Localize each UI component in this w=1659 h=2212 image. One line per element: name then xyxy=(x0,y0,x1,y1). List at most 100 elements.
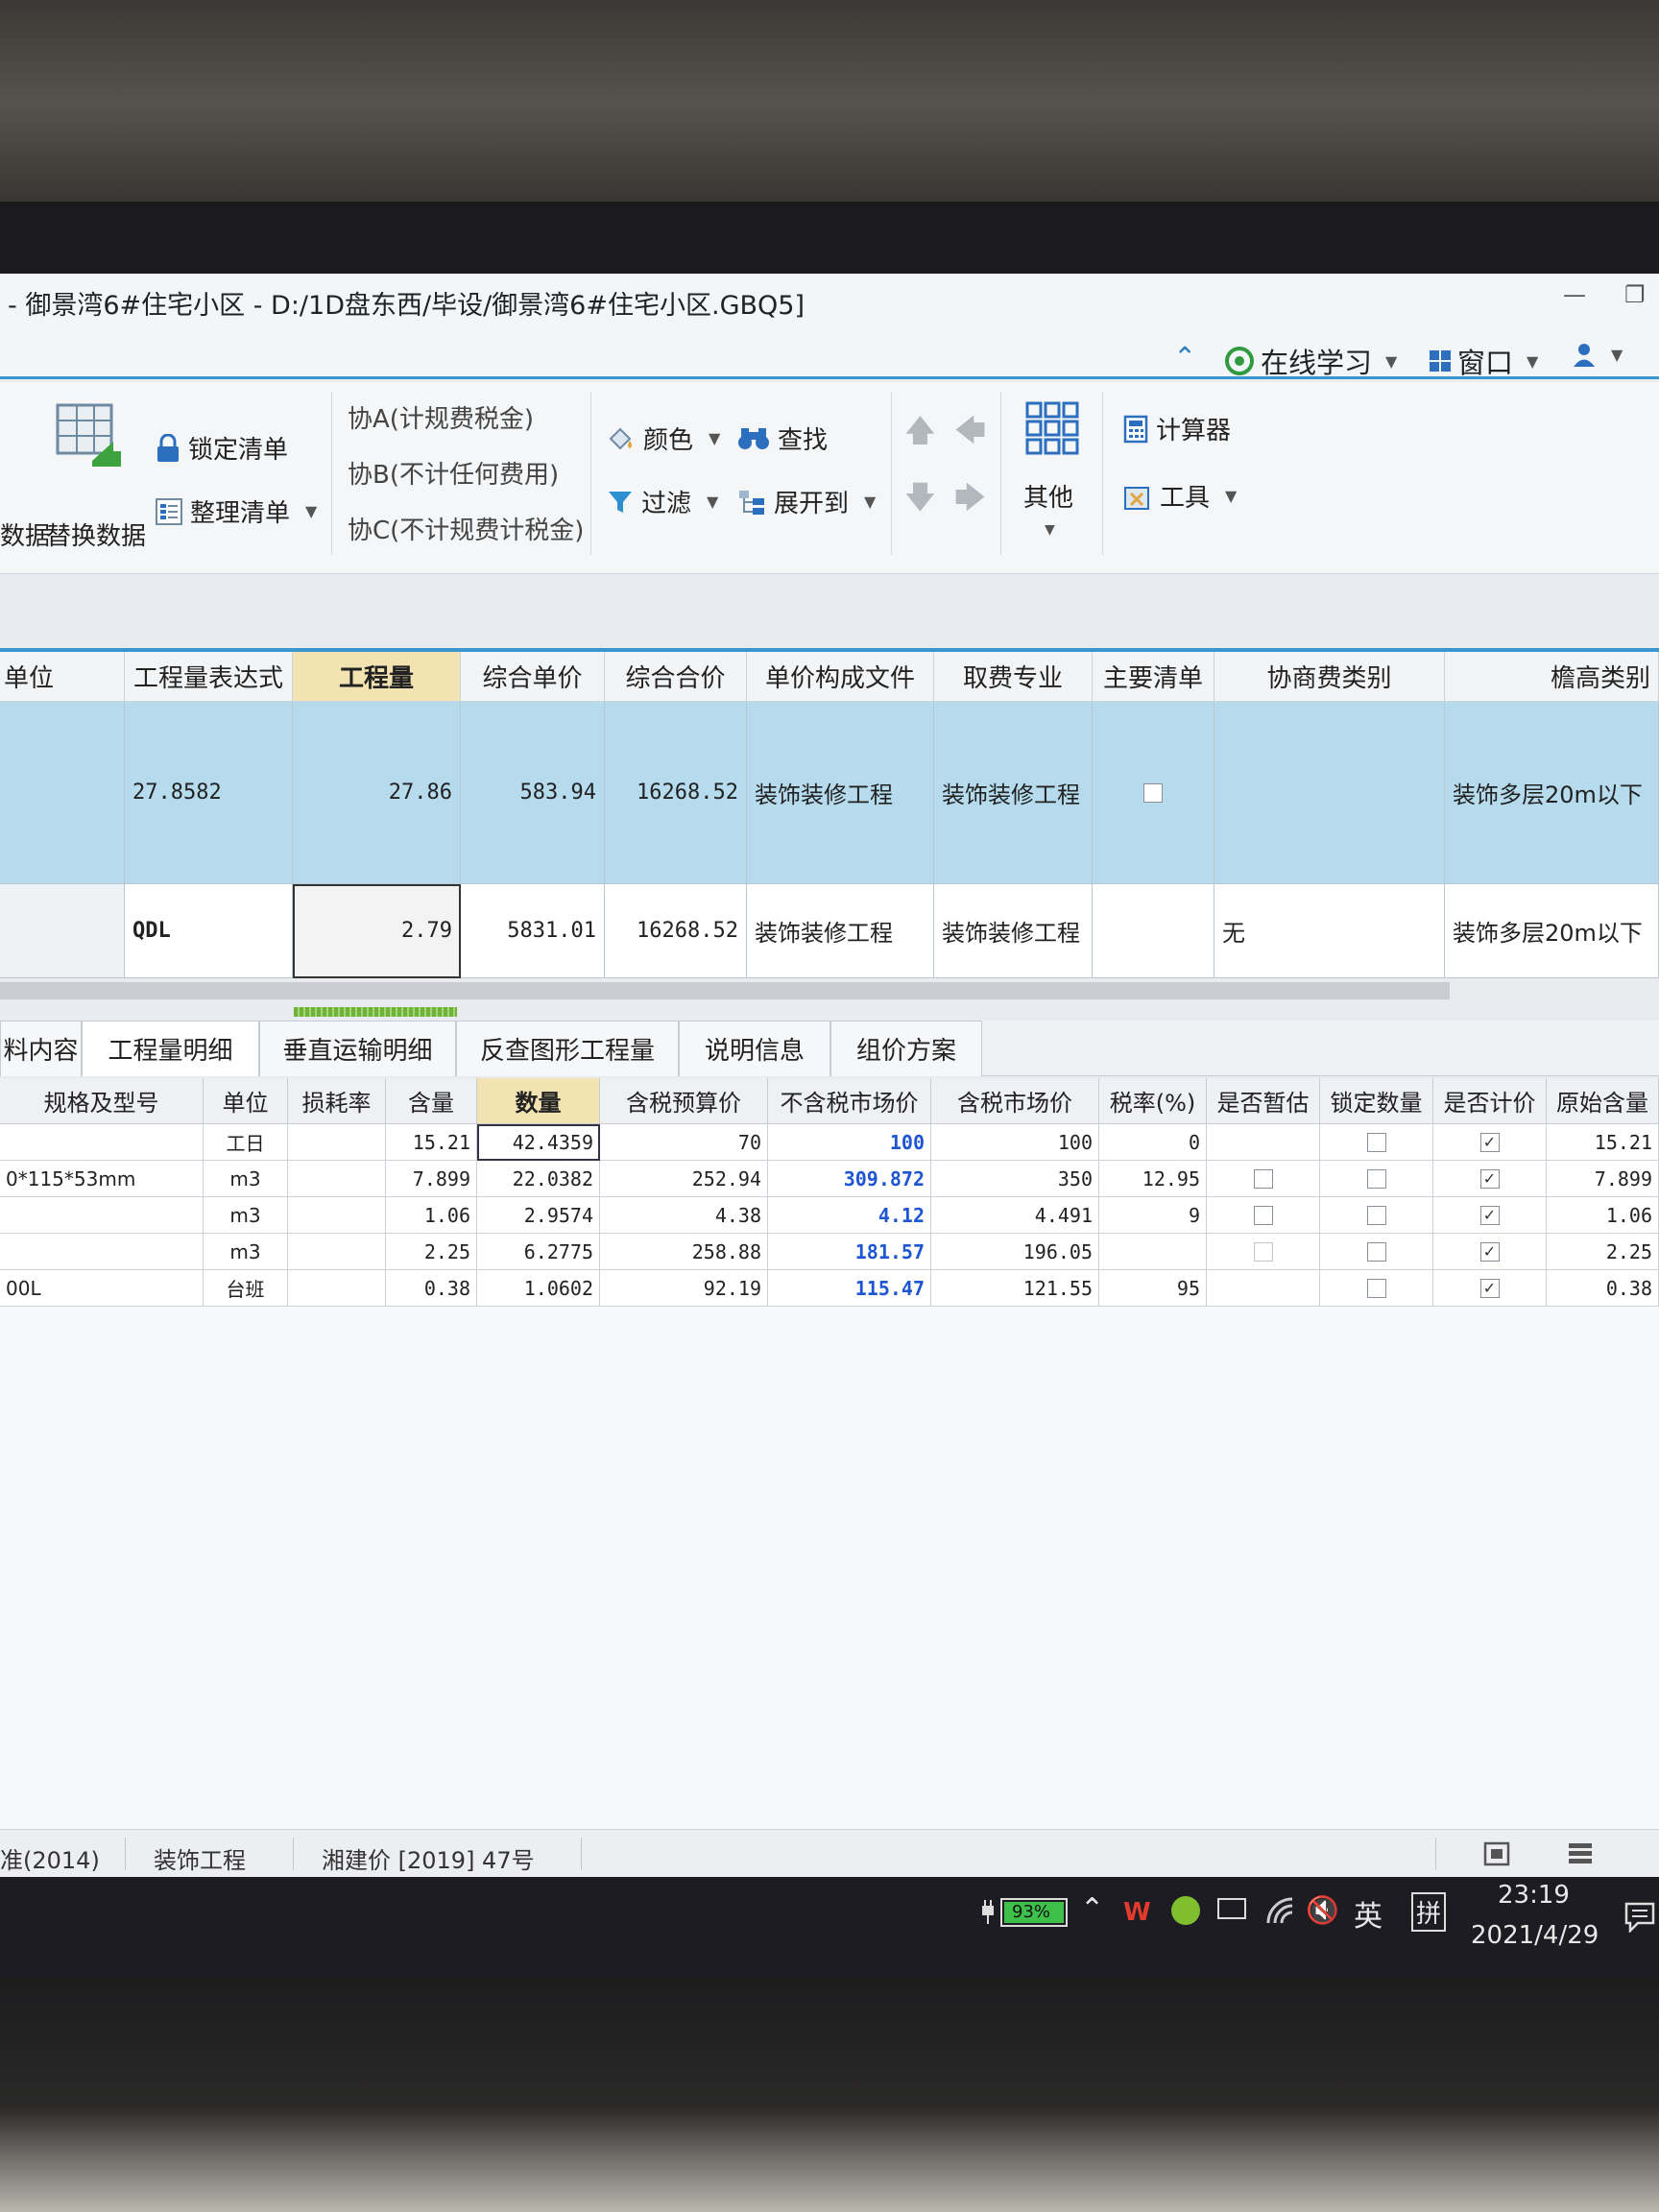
table-cell-expression[interactable]: 27.8582 xyxy=(125,702,293,884)
table-cell-original-content[interactable]: 0.38 xyxy=(1547,1270,1659,1307)
replace-data-button[interactable]: 替换数据 xyxy=(46,517,146,552)
minimize-icon[interactable]: — xyxy=(1563,281,1586,308)
column-header-price-file[interactable]: 单价构成文件 xyxy=(747,652,934,702)
tray-device-icon[interactable] xyxy=(1217,1898,1246,1919)
wps-app-icon[interactable]: W xyxy=(1123,1898,1151,1927)
table-cell-lock-quantity[interactable] xyxy=(1320,1124,1433,1161)
horizontal-scrollbar[interactable] xyxy=(0,978,1659,1003)
checkbox[interactable] xyxy=(1366,1168,1386,1189)
online-learning-button[interactable]: 在线学习 ▼ xyxy=(1224,341,1397,381)
column-header-content[interactable]: 含量 xyxy=(386,1078,477,1124)
tab-description[interactable]: 说明信息 xyxy=(679,1021,830,1076)
column-header-spec[interactable]: 规格及型号 xyxy=(0,1078,204,1124)
checked-checkbox[interactable]: ✓ xyxy=(1479,1168,1500,1189)
tools-button[interactable]: 工具 ▼ xyxy=(1123,478,1237,514)
data-button[interactable]: 数据 xyxy=(0,517,50,552)
column-header-loss-rate[interactable]: 损耗率 xyxy=(288,1078,386,1124)
table-cell-loss-rate[interactable] xyxy=(288,1124,386,1161)
table-cell-unit[interactable]: m3 xyxy=(204,1197,288,1234)
column-header-tax-rate[interactable]: 税率(%) xyxy=(1099,1078,1207,1124)
user-button[interactable]: ▼ xyxy=(1571,341,1623,368)
table-cell-market-price-inc-tax[interactable]: 196.05 xyxy=(931,1234,1099,1270)
column-header-fee-major[interactable]: 取费专业 xyxy=(934,652,1093,702)
wifi-icon[interactable] xyxy=(1265,1896,1294,1925)
ime-mode[interactable]: 拼 xyxy=(1411,1892,1447,1932)
table-cell-loss-rate[interactable] xyxy=(288,1197,386,1234)
move-left-icon[interactable]: 🡄 xyxy=(954,409,986,461)
table-cell-unit[interactable]: 台班 xyxy=(204,1270,288,1307)
dropdown-caret-icon[interactable]: ▼ xyxy=(1045,522,1055,538)
table-cell-quantity[interactable]: 2.79 xyxy=(293,884,461,978)
clock-time[interactable]: 23:19 xyxy=(1498,1881,1570,1910)
table-cell-original-content[interactable]: 15.21 xyxy=(1547,1124,1659,1161)
column-header-unit[interactable]: 单位 xyxy=(204,1078,288,1124)
table-cell-unit[interactable]: 工日 xyxy=(204,1124,288,1161)
checkbox[interactable] xyxy=(1253,1241,1273,1262)
table-cell-quantity[interactable]: 1.0602 xyxy=(477,1270,600,1307)
table-cell-original-content[interactable]: 1.06 xyxy=(1547,1197,1659,1234)
table-cell-spec[interactable]: 00L xyxy=(0,1270,204,1307)
table-cell-market-price-inc-tax[interactable]: 121.55 xyxy=(931,1270,1099,1307)
main-list-checkbox[interactable] xyxy=(1143,782,1163,803)
table-cell-loss-rate[interactable] xyxy=(288,1270,386,1307)
clock-date[interactable]: 2021/4/29 xyxy=(1471,1921,1599,1950)
collapse-ribbon-icon[interactable]: ⌃ xyxy=(1173,341,1196,373)
column-header-quantity[interactable]: 工程量 xyxy=(293,652,461,702)
table-cell-is-priced[interactable]: ✓ xyxy=(1433,1161,1547,1197)
table-cell-original-content[interactable]: 2.25 xyxy=(1547,1234,1659,1270)
show-hidden-icons-icon[interactable]: ⌃ xyxy=(1080,1892,1104,1926)
table-cell-market-price-ex-tax[interactable]: 100 xyxy=(768,1124,931,1161)
table-cell-main-list[interactable] xyxy=(1093,884,1214,978)
table-cell[interactable] xyxy=(0,702,125,884)
expand-to-button[interactable]: 展开到 ▼ xyxy=(737,484,876,519)
table-cell-market-price-ex-tax[interactable]: 115.47 xyxy=(768,1270,931,1307)
table-cell-quantity[interactable]: 2.9574 xyxy=(477,1197,600,1234)
find-button[interactable]: 查找 xyxy=(737,421,828,456)
filter-button[interactable]: 过滤 ▼ xyxy=(607,484,718,519)
table-cell-is-priced[interactable]: ✓ xyxy=(1433,1270,1547,1307)
xie-c-button[interactable]: 协C(不计规费计税金) xyxy=(348,511,584,546)
checked-checkbox[interactable]: ✓ xyxy=(1479,1205,1500,1225)
table-cell-content[interactable]: 15.21 xyxy=(386,1124,477,1161)
table-cell-unit-price[interactable]: 5831.01 xyxy=(461,884,605,978)
tab-vertical-transport[interactable]: 垂直运输明细 xyxy=(259,1021,456,1076)
table-cell-tax-rate[interactable]: 0 xyxy=(1099,1124,1207,1161)
view-list-icon[interactable] xyxy=(1567,1841,1594,1866)
table-cell-market-price-inc-tax[interactable]: 100 xyxy=(931,1124,1099,1161)
table-cell-tax-rate[interactable] xyxy=(1099,1234,1207,1270)
xie-a-button[interactable]: 协A(计规费税金) xyxy=(348,399,534,435)
table-cell-market-price-inc-tax[interactable]: 4.491 xyxy=(931,1197,1099,1234)
move-up-icon[interactable]: 🡅 xyxy=(904,409,936,461)
table-cell-total-price[interactable]: 16268.52 xyxy=(605,702,747,884)
column-header-quantity[interactable]: 数量 xyxy=(477,1078,600,1124)
table-cell-price-file[interactable]: 装饰装修工程 xyxy=(747,702,934,884)
speaker-muted-icon[interactable]: 🔇 xyxy=(1306,1894,1339,1926)
tab-material-content[interactable]: 料内容 xyxy=(0,1021,82,1076)
table-cell-tax-rate[interactable]: 9 xyxy=(1099,1197,1207,1234)
pane-splitter-handle[interactable] xyxy=(294,1007,457,1017)
table-cell-content[interactable]: 7.899 xyxy=(386,1161,477,1197)
table-cell-budget-price[interactable]: 252.94 xyxy=(600,1161,768,1197)
window-menu-button[interactable]: 窗口 ▼ xyxy=(1429,341,1538,381)
table-cell-spec[interactable] xyxy=(0,1234,204,1270)
table-cell-quantity[interactable]: 22.0382 xyxy=(477,1161,600,1197)
tray-app-icon[interactable] xyxy=(1171,1896,1200,1925)
table-cell-fee-major[interactable]: 装饰装修工程 xyxy=(934,702,1093,884)
table-cell-provisional[interactable] xyxy=(1207,1161,1320,1197)
calculator-button[interactable]: 计算器 xyxy=(1123,411,1231,446)
view-normal-icon[interactable] xyxy=(1483,1841,1510,1866)
table-cell-market-price-ex-tax[interactable]: 181.57 xyxy=(768,1234,931,1270)
table-cell-quantity[interactable]: 42.4359 xyxy=(477,1124,600,1161)
table-cell-provisional[interactable] xyxy=(1207,1234,1320,1270)
column-header-market-price-ex-tax[interactable]: 不含税市场价 xyxy=(768,1078,931,1124)
table-cell-lock-quantity[interactable] xyxy=(1320,1197,1433,1234)
table-cell-negotiation[interactable] xyxy=(1214,702,1445,884)
column-header-total-price[interactable]: 综合合价 xyxy=(605,652,747,702)
table-cell-market-price-ex-tax[interactable]: 309.872 xyxy=(768,1161,931,1197)
table-cell-content[interactable]: 0.38 xyxy=(386,1270,477,1307)
column-header-eave-height[interactable]: 檐高类别 xyxy=(1445,652,1659,702)
checkbox[interactable] xyxy=(1366,1132,1386,1152)
column-header-is-priced[interactable]: 是否计价 xyxy=(1433,1078,1547,1124)
column-header-expression[interactable]: 工程量表达式 xyxy=(125,652,293,702)
table-cell-tax-rate[interactable]: 12.95 xyxy=(1099,1161,1207,1197)
